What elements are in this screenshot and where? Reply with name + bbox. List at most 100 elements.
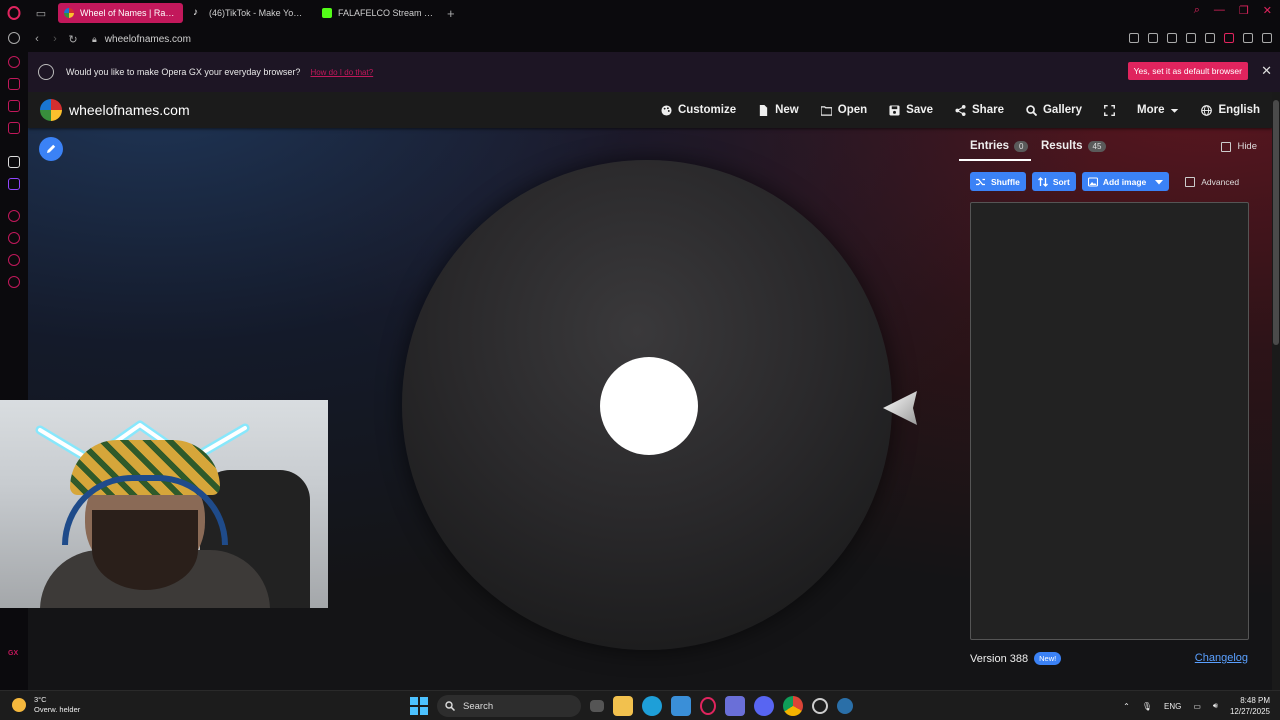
language-label: English [1218,104,1260,116]
task-view-icon[interactable] [590,700,604,712]
url-text: wheelofnames.com [104,33,191,45]
fullscreen-button[interactable] [1104,104,1115,116]
page-scrollbar-thumb[interactable] [1273,100,1279,345]
advanced-checkbox-box[interactable] [1185,176,1196,187]
close-window-icon[interactable]: ✕ [1263,4,1272,17]
folder-icon [820,105,832,116]
clock[interactable]: 8:48 PM 12/27/2025 [1230,695,1270,717]
twitch-icon[interactable] [8,178,20,190]
heart-icon[interactable] [1205,33,1215,43]
maximize-icon[interactable]: ❐ [1239,4,1249,17]
sync-icon[interactable] [8,32,20,44]
edit-button[interactable] [39,137,63,161]
entries-count-badge: 0 [1014,140,1029,152]
tab-entries[interactable]: Entries 0 [970,140,1029,152]
panel-tabs: Entries 0 Results 45 Hide [959,136,1259,161]
tab-kick-stream[interactable]: FALAFELCO Stream - Wat [316,3,441,23]
tab-wheel-of-names[interactable]: Wheel of Names | Random [58,3,183,23]
profile-icon[interactable] [1224,33,1234,43]
changelog-link[interactable]: Changelog [1195,652,1248,664]
network-icon[interactable]: ▭ [1193,702,1201,711]
advanced-checkbox[interactable]: Advanced [1185,176,1239,187]
history-icon[interactable] [8,232,20,244]
menu-icon[interactable] [1262,33,1272,43]
steam-icon[interactable] [837,698,853,714]
settings-icon[interactable] [8,276,20,288]
forward-icon[interactable]: › [46,33,64,45]
gx-icon[interactable]: GX [8,650,20,662]
search-tabs-icon[interactable]: ⌕ [1194,4,1200,17]
store-icon[interactable] [671,696,691,716]
more-button[interactable]: More [1137,104,1179,116]
share-button[interactable]: Share [955,104,1004,116]
tab-results[interactable]: Results 45 [1041,140,1107,152]
entries-textarea[interactable] [970,202,1249,640]
clock-time: 8:48 PM [1240,696,1270,705]
version-text: Version 388 [970,652,1029,665]
reload-icon[interactable]: ↻ [64,33,82,46]
version-info: Version 388 New! [970,652,1062,665]
entries-panel: Entries 0 Results 45 Hide Shuffle Sort A… [959,136,1259,682]
volume-icon[interactable]: 🔊︎ [1213,701,1218,711]
player-icon[interactable] [8,210,20,222]
new-tab-icon[interactable]: + [447,6,455,21]
language-indicator[interactable]: ENG [1164,702,1181,711]
app-icon[interactable] [725,696,745,716]
snapshot-icon[interactable] [1148,33,1158,43]
pencil-icon [47,144,56,153]
url-field[interactable]: 🔒︎ wheelofnames.com [92,34,191,45]
taskbar-search-placeholder: Search [463,700,494,712]
new-badge: New! [1034,652,1062,665]
extensions-icon[interactable] [8,254,20,266]
minimize-icon[interactable]: — [1214,4,1225,17]
shuffle-button[interactable]: Shuffle [970,172,1026,191]
entries-tab-label: Entries [970,140,1009,152]
hide-checkbox-box[interactable] [1221,141,1232,152]
opera-notice-icon [38,64,54,80]
opera-gx-logo-icon[interactable] [0,0,28,26]
site-menu: Customize New Open Save Share Gallery Mo… [661,92,1260,128]
customize-button[interactable]: Customize [661,104,736,116]
close-icon[interactable]: ✕ [1261,63,1272,79]
wheel-center-hub[interactable] [600,357,698,455]
edge-icon[interactable] [642,696,662,716]
sort-button[interactable]: Sort [1031,172,1076,191]
open-button[interactable]: Open [820,104,867,116]
aria-icon[interactable] [8,156,20,168]
pin-icon[interactable] [1129,33,1139,43]
vpn-icon[interactable] [1167,33,1177,43]
chrome-icon[interactable] [783,696,803,716]
save-button[interactable]: Save [889,104,933,116]
gallery-button[interactable]: Gallery [1026,104,1082,116]
news-icon[interactable] [8,122,20,134]
windows-start-icon[interactable] [410,697,428,715]
discord-icon[interactable] [754,696,774,716]
back-icon[interactable]: ‹ [28,33,46,45]
palette-icon [661,104,672,116]
tab-overview-icon[interactable]: ▭ [28,0,54,26]
player-play-icon[interactable] [1186,33,1196,43]
language-button[interactable]: English [1201,104,1260,116]
site-logo-icon[interactable] [40,99,62,121]
file-explorer-icon[interactable] [613,696,633,716]
new-button[interactable]: New [758,104,799,116]
microphone-icon[interactable]: 🎙︎ [1142,702,1152,711]
search-icon [445,701,455,711]
taskbar-search[interactable]: Search [437,695,581,717]
site-name[interactable]: wheelofnames.com [69,102,190,118]
set-default-browser-button[interactable]: Yes, set it as default browser [1127,62,1248,80]
taskbar-apps: Search [410,695,853,717]
gx-control-icon[interactable] [8,56,20,68]
weather-widget[interactable]: 3°C Overw. helder [12,695,80,715]
new-label: New [775,104,799,116]
tab-tiktok[interactable]: ♪ (46)TikTok - Make Your D [187,3,312,23]
app-icon[interactable] [812,698,828,714]
notice-help-link[interactable]: How do I do that? [310,68,373,77]
opera-gx-taskbar-icon[interactable] [700,697,716,715]
chevron-up-icon[interactable]: ⌃ [1123,702,1130,711]
add-image-button[interactable]: Add image [1081,172,1170,191]
gx-corner-icon[interactable] [8,78,20,90]
download-icon[interactable] [1243,33,1253,43]
hide-checkbox[interactable]: Hide [1221,141,1257,152]
messenger-icon[interactable] [8,100,20,112]
